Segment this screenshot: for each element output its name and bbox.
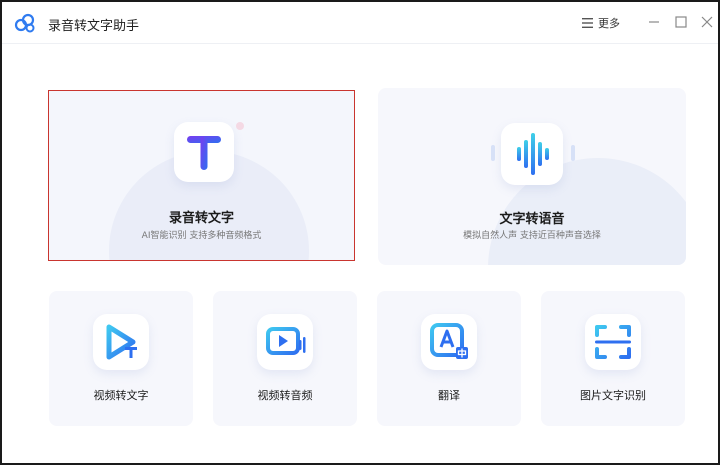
audio-to-text-card[interactable]: 录音转文字 AI智能识别 支持多种音频格式 — [48, 90, 355, 261]
audio-to-text-tile — [174, 122, 234, 182]
text-to-speech-title: 文字转语音 — [499, 212, 565, 227]
more-label: 更多 — [598, 17, 620, 30]
more-menu-button[interactable]: 更多 — [582, 15, 620, 31]
text-t-icon — [187, 136, 221, 170]
text-to-speech-card[interactable]: 文字转语音 模拟自然人声 支持近百种声音选择 — [378, 88, 686, 265]
text-to-speech-subtitle: 模拟自然人声 支持近百种声音选择 — [463, 231, 601, 241]
audio-to-text-title: 录音转文字 — [168, 211, 234, 226]
sound-wave-icon — [517, 133, 549, 175]
menu-icon — [582, 18, 593, 28]
text-to-speech-tile — [501, 123, 563, 185]
close-icon[interactable] — [699, 14, 715, 30]
scan-icon — [595, 325, 631, 359]
translate-tile — [421, 314, 477, 370]
image-ocr-card[interactable]: 图片文字识别 — [541, 291, 685, 426]
video-to-text-tile — [93, 314, 149, 370]
decor-dot-icon — [236, 122, 244, 130]
video-to-audio-label: 视频转音频 — [257, 389, 313, 402]
video-play-text-icon — [106, 324, 137, 360]
image-ocr-tile — [585, 314, 641, 370]
app-title: 录音转文字助手 — [48, 19, 140, 34]
video-audio-icon — [266, 327, 306, 355]
video-to-audio-tile — [257, 314, 313, 370]
decor-bar-left-icon — [491, 145, 495, 161]
title-bar: 录音转文字助手 更多 — [2, 2, 718, 44]
video-to-text-card[interactable]: 视频转文字 — [49, 291, 193, 426]
video-to-text-label: 视频转文字 — [93, 389, 149, 402]
audio-to-text-subtitle: AI智能识别 支持多种音频格式 — [141, 231, 262, 241]
translate-icon — [430, 323, 468, 359]
maximize-icon[interactable] — [673, 14, 689, 30]
video-to-audio-card[interactable]: 视频转音频 — [213, 291, 357, 426]
minimize-icon[interactable] — [646, 14, 662, 30]
translate-card[interactable]: 翻译 — [377, 291, 521, 426]
translate-label: 翻译 — [438, 389, 460, 402]
image-ocr-label: 图片文字识别 — [580, 389, 646, 402]
app-logo-icon — [14, 13, 35, 33]
decor-bar-right-icon — [571, 145, 575, 161]
